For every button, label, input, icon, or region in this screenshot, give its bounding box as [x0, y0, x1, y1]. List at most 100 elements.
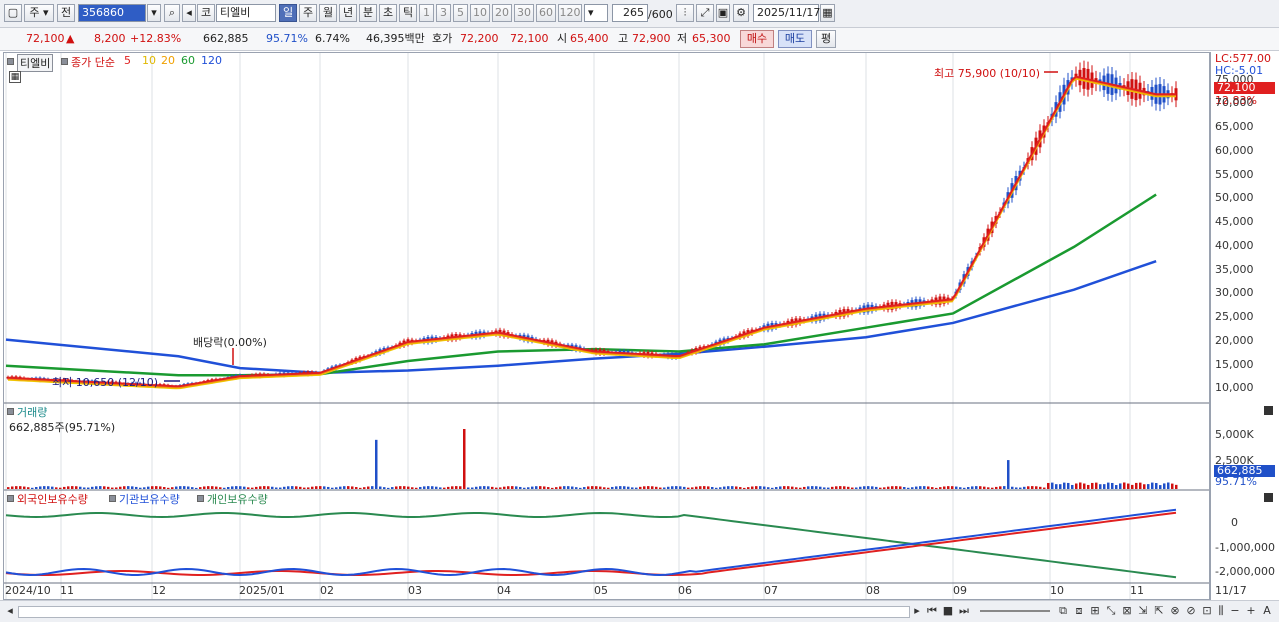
- volume-bar: [307, 487, 310, 489]
- interval-3-button[interactable]: 3: [436, 4, 451, 22]
- volume-bar: [783, 486, 786, 489]
- speaker-icon[interactable]: ◂: [182, 4, 196, 22]
- volume-bar: [383, 487, 386, 489]
- volume-bar: [911, 487, 914, 489]
- volume-bar: [231, 486, 234, 489]
- stop-icon[interactable]: ■: [941, 604, 955, 618]
- panel-handle-icon[interactable]: [7, 58, 14, 65]
- period-month-button[interactable]: 월: [319, 4, 337, 22]
- code-input[interactable]: 356860: [78, 4, 146, 22]
- scrollbar-track[interactable]: [18, 606, 910, 618]
- ma-handle-icon[interactable]: [61, 58, 68, 65]
- count-input[interactable]: 265: [612, 4, 648, 22]
- period-week-button[interactable]: 주: [299, 4, 317, 22]
- scroll-left-icon[interactable]: ◂: [3, 604, 17, 618]
- volume-bar: [1171, 483, 1174, 489]
- type-select[interactable]: 주 ▾: [24, 4, 54, 22]
- inst-handle-icon[interactable]: [109, 495, 116, 502]
- retail-handle-icon[interactable]: [197, 495, 204, 502]
- eval-button[interactable]: 평: [816, 30, 836, 48]
- scroll-right-icon[interactable]: ▸: [910, 604, 924, 618]
- ma10-line: [7, 77, 1176, 390]
- tool-3-icon[interactable]: ⊞: [1088, 604, 1102, 618]
- interval-60-button[interactable]: 60: [536, 4, 556, 22]
- volume-bar: [735, 486, 738, 489]
- price-ytick: 60,000: [1215, 143, 1254, 157]
- volume-bar: [299, 486, 302, 489]
- ma20-line: [7, 76, 1176, 389]
- period-day-button[interactable]: 일: [279, 4, 297, 22]
- volume-bar: [191, 487, 194, 489]
- volume-bar: [427, 486, 430, 489]
- zoom-in-icon[interactable]: +: [1244, 604, 1258, 618]
- name-input[interactable]: 티엘비: [216, 4, 276, 22]
- first-page-icon[interactable]: ⏮: [925, 604, 939, 618]
- volume-bar: [247, 487, 250, 489]
- interval-120-button[interactable]: 120: [558, 4, 582, 22]
- search-icon[interactable]: ⌕: [164, 4, 180, 22]
- date-input[interactable]: 2025/11/17: [753, 4, 820, 22]
- interval-30-button[interactable]: 30: [514, 4, 534, 22]
- volume-bar: [567, 486, 570, 489]
- holder-panel-close-icon[interactable]: [1264, 493, 1273, 502]
- interval-custom-select[interactable]: ▾: [584, 4, 608, 22]
- window-icon[interactable]: ▢: [4, 4, 22, 22]
- settings-icon[interactable]: ⚙: [733, 4, 749, 22]
- tool-7-icon[interactable]: ⇱: [1152, 604, 1166, 618]
- interval-5-button[interactable]: 5: [453, 4, 468, 22]
- volume-bar: [763, 486, 766, 489]
- volume-bar: [43, 486, 46, 489]
- period-tick-button[interactable]: 틱: [399, 4, 417, 22]
- volume-bar: [259, 486, 262, 489]
- tool-11-icon[interactable]: ⫼: [1214, 604, 1228, 618]
- calendar-icon[interactable]: ▦: [820, 4, 835, 22]
- code-dropdown-icon[interactable]: ▾: [147, 4, 161, 22]
- prev-button[interactable]: 전: [57, 4, 75, 22]
- y-axis-panel[interactable]: LC:577.00 HC:-5.01 12.83% 75,000 70,000 65…: [1210, 52, 1279, 600]
- tool-2-icon[interactable]: ⧈: [1072, 604, 1086, 618]
- volume-bar: [579, 487, 582, 489]
- volume-bar: [703, 486, 706, 489]
- holder-panel-handle-icon[interactable]: [7, 495, 14, 502]
- volume-panel-close-icon[interactable]: [1264, 406, 1273, 415]
- tool-5-icon[interactable]: ⊠: [1120, 604, 1134, 618]
- tool-9-icon[interactable]: ⊘: [1184, 604, 1198, 618]
- period-minute-button[interactable]: 분: [359, 4, 377, 22]
- last-page-icon[interactable]: ⏭: [957, 604, 971, 618]
- zoom-out-icon[interactable]: −: [1228, 604, 1242, 618]
- candle-type-icon[interactable]: ⫶: [676, 4, 694, 22]
- indicator-icon[interactable]: ⤢: [696, 4, 714, 22]
- volume-bar: [755, 486, 758, 489]
- stock-name-legend[interactable]: 티엘비: [17, 54, 54, 72]
- period-year-button[interactable]: 년: [339, 4, 357, 22]
- tool-1-icon[interactable]: ⧉: [1056, 604, 1070, 618]
- volume-panel-handle-icon[interactable]: [7, 408, 14, 415]
- volume-bar: [363, 487, 366, 489]
- period-second-button[interactable]: 초: [379, 4, 397, 22]
- sell-button[interactable]: 매도: [778, 30, 812, 48]
- save-icon[interactable]: ▣: [716, 4, 730, 22]
- count-total: /600: [648, 8, 673, 21]
- tool-10-icon[interactable]: ⊡: [1200, 604, 1214, 618]
- volume-bar: [87, 487, 90, 489]
- zoom-slider[interactable]: [980, 610, 1050, 612]
- volume-bar: [631, 487, 634, 489]
- volume-bar: [239, 486, 242, 489]
- volume-bar: [1143, 484, 1146, 489]
- chart-area[interactable]: 티엘비 종가 단순 5 10 20 60 120 ▦ 최고 75,900 (10…: [3, 52, 1210, 600]
- tool-8-icon[interactable]: ⊗: [1168, 604, 1182, 618]
- volume-bar: [1151, 482, 1154, 489]
- volume-bar: [947, 486, 950, 489]
- interval-1-button[interactable]: 1: [419, 4, 434, 22]
- market-button[interactable]: 코: [197, 4, 215, 22]
- tool-6-icon[interactable]: ⇲: [1136, 604, 1150, 618]
- x-label-04: 04: [497, 584, 511, 597]
- buy-button[interactable]: 매수: [740, 30, 774, 48]
- interval-20-button[interactable]: 20: [492, 4, 512, 22]
- volume-ytick-5000k: 5,000K: [1215, 428, 1254, 441]
- calculator-icon[interactable]: ▦: [9, 71, 21, 83]
- text-tool-icon[interactable]: A: [1260, 604, 1274, 618]
- interval-10-button[interactable]: 10: [470, 4, 490, 22]
- price-ytick: 45,000: [1215, 215, 1254, 229]
- tool-4-icon[interactable]: ⤡: [1104, 604, 1118, 618]
